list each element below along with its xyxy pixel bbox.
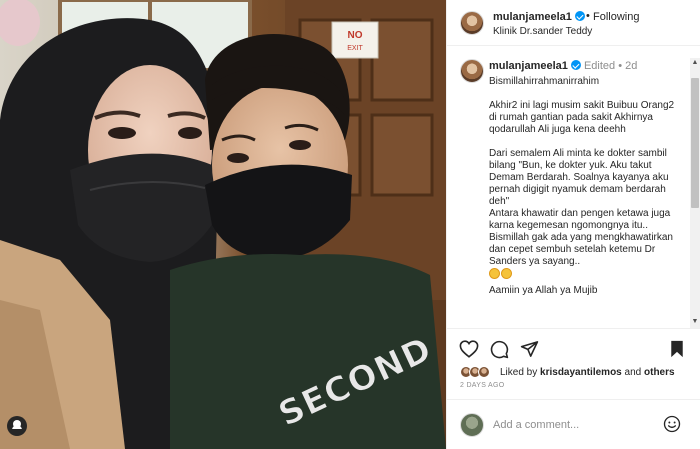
caption-area: mulanjameela1 Edited • 2d Bismillahirrah… — [447, 47, 700, 329]
caption-time[interactable]: 2d — [625, 60, 637, 72]
caption-line: Bismillahirrahmanirrahim — [489, 76, 600, 87]
caption-author-username[interactable]: mulanjameela1 — [489, 60, 568, 72]
caption-line: Aamiin ya Allah ya Mujib — [489, 285, 598, 296]
sign-text-no: NO — [348, 30, 363, 41]
caption-line: Dari semalem Ali minta ke dokter sambil … — [489, 148, 669, 207]
caption-verified-badge-icon — [570, 60, 581, 70]
emoji-icon — [501, 268, 512, 279]
likes-middle: and — [624, 367, 642, 378]
comment-input[interactable] — [493, 416, 663, 434]
caption-line: Antara khawatir dan pengen ketawa juga k… — [489, 208, 673, 267]
location-link[interactable]: Klinik Dr.sander Teddy — [493, 26, 592, 37]
verified-badge-icon — [574, 11, 585, 21]
caption-author-avatar[interactable] — [460, 59, 484, 83]
following-button[interactable]: Following — [593, 11, 639, 23]
emoji-icon — [489, 268, 500, 279]
heart-icon[interactable] — [459, 340, 479, 358]
caption-author-line: mulanjameela1 Edited • 2d — [489, 60, 637, 72]
selfie-image: NO EXIT SECOND — [0, 0, 446, 449]
post-header: mulanjameela1 • Following Klinik Dr.sand… — [447, 0, 700, 46]
likes-text: Liked by krisdayantilemos and others — [500, 367, 675, 378]
liker-username[interactable]: krisdayantilemos — [540, 367, 622, 378]
author-username-text[interactable]: mulanjameela1 — [493, 11, 572, 23]
post-side-panel: mulanjameela1 • Following Klinik Dr.sand… — [446, 0, 700, 449]
comment-bar — [447, 399, 700, 449]
share-icon[interactable] — [520, 340, 539, 358]
likes-others-link[interactable]: others — [644, 367, 675, 378]
caption-line: Akhir2 ini lagi musim sakit Buibuu Orang… — [489, 100, 675, 135]
edited-label: Edited — [583, 60, 616, 72]
bookmark-icon[interactable] — [669, 340, 685, 358]
caption-emoji-line — [489, 268, 681, 281]
liker-avatar — [478, 366, 490, 378]
scrollbar-thumb[interactable] — [691, 78, 699, 208]
author-avatar[interactable] — [460, 11, 484, 35]
action-bar — [447, 330, 700, 366]
scroll-up-arrow-icon[interactable]: ▲ — [691, 59, 699, 67]
sign-text-exit: EXIT — [347, 45, 363, 52]
likes-prefix: Liked by — [500, 367, 538, 378]
tagged-users-icon[interactable] — [7, 416, 27, 436]
scroll-down-arrow-icon[interactable]: ▼ — [691, 318, 699, 326]
smiley-icon[interactable] — [663, 415, 681, 433]
post-photo[interactable]: NO EXIT SECOND — [0, 0, 446, 449]
header-separator: • — [586, 10, 590, 22]
caption-separator: • — [618, 60, 623, 72]
author-username[interactable]: mulanjameela1 — [493, 11, 585, 23]
caption-text: Bismillahirrahmanirrahim Akhir2 ini lagi… — [489, 76, 681, 297]
comment-icon[interactable] — [490, 340, 509, 359]
post-time-ago[interactable]: 2 DAYS AGO — [460, 382, 505, 389]
viewer-avatar — [460, 413, 484, 437]
